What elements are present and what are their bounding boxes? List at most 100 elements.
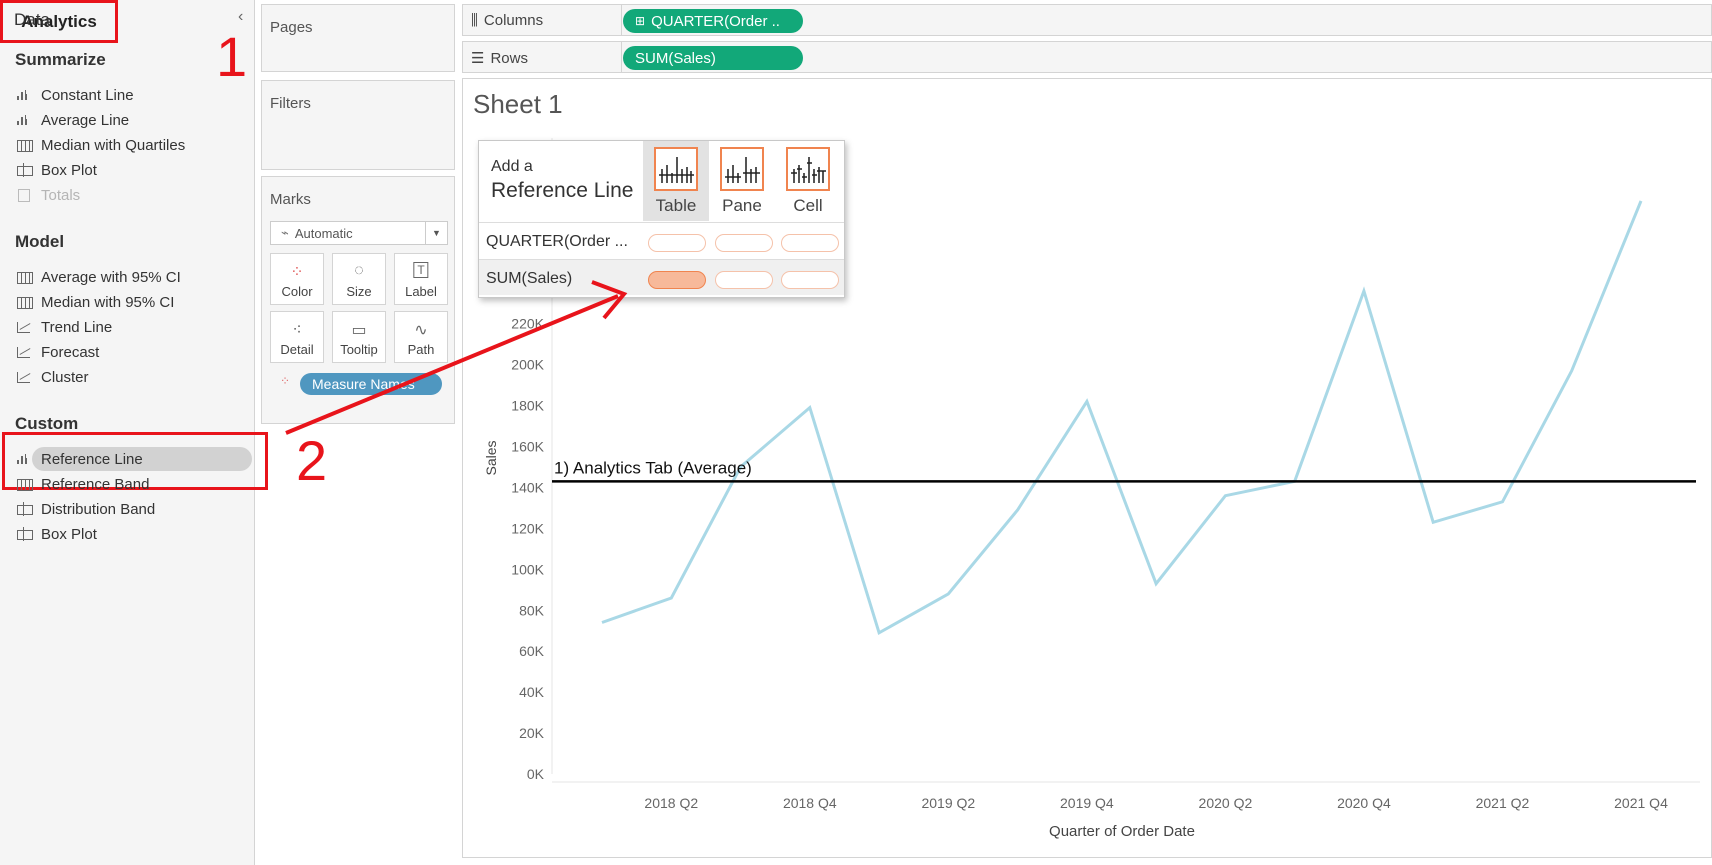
trend-icon (15, 370, 35, 384)
filters-title: Filters (270, 95, 311, 112)
tab-data[interactable]: Data (14, 10, 50, 30)
analytics-item-median-with-95-ci[interactable]: Median with 95% CI (15, 290, 174, 314)
analytics-item-label: Totals (41, 186, 81, 204)
scope-cell[interactable]: Cell (775, 141, 841, 221)
analytics-item-average-with-95-ci[interactable]: Average with 95% CI (15, 265, 181, 289)
bar-marker-icon (15, 452, 35, 466)
analytics-item-box-plot[interactable]: Box Plot (15, 158, 97, 182)
rows-label: ☰ Rows (471, 50, 528, 67)
color-dots-icon: ⁘ (280, 374, 291, 388)
size-button[interactable]: ◌ Size (332, 253, 386, 305)
analytics-item-label: Reference Band (41, 475, 150, 493)
label-button[interactable]: T Label (394, 253, 448, 305)
color-icon: ⁘ (290, 264, 304, 281)
annotation-step-2: 2 (296, 429, 328, 492)
rows-shelf[interactable]: ☰ Rows SUM(Sales) (462, 41, 1712, 73)
analytics-item-reference-line[interactable]: Reference Line (15, 447, 143, 471)
add-reference-line-popup: Add a Reference Line Table Pane Cell QUA… (478, 140, 845, 298)
sales-pane-radio[interactable] (715, 271, 773, 289)
path-icon: ∿ (414, 322, 428, 339)
pages-card[interactable]: Pages (261, 4, 455, 72)
popup-heading-small: Add a (491, 158, 533, 175)
analytics-item-label: Median with 95% CI (41, 293, 175, 311)
filters-card[interactable]: Filters (261, 80, 455, 170)
marks-card: Marks ⌁ Automatic ▼ ⁘ Color ◌ Size T Lab… (261, 176, 455, 424)
scope-table-label: Table (655, 196, 697, 215)
columns-pill[interactable]: ⊞ QUARTER(Order .. (623, 9, 803, 33)
color-button[interactable]: ⁘ Color (270, 253, 324, 305)
table-scope-icon (654, 147, 698, 191)
expand-icon: ⊞ (635, 14, 646, 28)
analytics-item-box-plot[interactable]: Box Plot (15, 522, 97, 546)
grid-icon (15, 477, 35, 491)
detail-label: Detail (280, 342, 314, 357)
chevron-down-icon: ▼ (425, 222, 447, 244)
analytics-item-label: Average Line (41, 111, 130, 129)
box-plot-icon (15, 502, 35, 516)
analytics-item-forecast[interactable]: Forecast (15, 340, 99, 364)
analytics-item-median-with-quartiles[interactable]: Median with Quartiles (15, 133, 185, 157)
analytics-item-average-line[interactable]: Average Line (15, 108, 129, 132)
mark-type-select[interactable]: ⌁ Automatic ▼ (270, 221, 448, 245)
scope-pane[interactable]: Pane (709, 141, 775, 221)
analytics-item-label: Cluster (41, 368, 89, 386)
size-icon: ◌ (354, 262, 364, 279)
rows-pill[interactable]: SUM(Sales) (623, 46, 803, 70)
pane-scope-icon (720, 147, 764, 191)
popup-row-quarter: QUARTER(Order ... (479, 222, 844, 258)
bar-marker-icon (15, 113, 35, 127)
analytics-item-label: Median with Quartiles (41, 136, 186, 154)
box-plot-icon (15, 527, 35, 541)
line-icon: ⌁ (281, 225, 289, 240)
grid-icon (15, 138, 35, 152)
path-label: Path (407, 342, 435, 357)
scope-pane-label: Pane (722, 196, 762, 215)
detail-button[interactable]: ⁖ Detail (270, 311, 324, 363)
grid-icon (15, 295, 35, 309)
bar-marker-icon (15, 88, 35, 102)
analytics-item-label: Average with 95% CI (41, 268, 181, 286)
quarter-cell-radio[interactable] (781, 234, 839, 252)
analytics-item-label: Box Plot (41, 525, 97, 543)
popup-row-quarter-label: QUARTER(Order ... (486, 233, 628, 250)
trend-icon (15, 345, 35, 359)
analytics-item-label: Trend Line (41, 318, 113, 336)
analytics-item-label: Reference Line (41, 450, 143, 468)
tooltip-button[interactable]: ▭ Tooltip (332, 311, 386, 363)
shelf-divider (621, 5, 622, 35)
grid-icon (15, 270, 35, 284)
color-label: Color (281, 284, 313, 299)
marks-title: Marks (270, 191, 311, 208)
analytics-item-distribution-band[interactable]: Distribution Band (15, 497, 155, 521)
sheet-title: Sheet 1 (473, 89, 563, 119)
section-title: Custom (15, 414, 79, 433)
analytics-item-constant-line[interactable]: Constant Line (15, 83, 134, 107)
cell-scope-icon (786, 147, 830, 191)
analytics-item-totals: Totals (15, 183, 80, 207)
analytics-item-trend-line[interactable]: Trend Line (15, 315, 112, 339)
columns-label: ⫼ Columns (471, 12, 544, 29)
path-button[interactable]: ∿ Path (394, 311, 448, 363)
popup-row-sales: SUM(Sales) (479, 259, 844, 295)
sales-table-radio[interactable] (648, 271, 706, 289)
mark-type-value: Automatic (294, 225, 353, 241)
detail-icon: ⁖ (292, 322, 302, 339)
measure-names-pill[interactable]: Measure Names (300, 373, 442, 395)
box-plot-icon (15, 163, 35, 177)
analytics-item-cluster[interactable]: Cluster (15, 365, 89, 389)
size-label: Size (346, 284, 372, 299)
sales-cell-radio[interactable] (781, 271, 839, 289)
rows-icon: ☰ (471, 50, 485, 67)
columns-shelf[interactable]: ⫼ Columns ⊞ QUARTER(Order .. (462, 4, 1712, 36)
tooltip-label: Tooltip (340, 342, 378, 357)
scope-table[interactable]: Table (643, 141, 709, 221)
quarter-pane-radio[interactable] (715, 234, 773, 252)
totals-icon (15, 188, 35, 202)
quarter-table-radio[interactable] (648, 234, 706, 252)
analytics-item-label: Box Plot (41, 161, 97, 179)
tooltip-icon: ▭ (351, 322, 367, 339)
shelf-divider (621, 42, 622, 72)
analytics-item-reference-band[interactable]: Reference Band (15, 472, 149, 496)
text-icon: T (413, 262, 429, 278)
analytics-item-label: Forecast (41, 343, 100, 361)
